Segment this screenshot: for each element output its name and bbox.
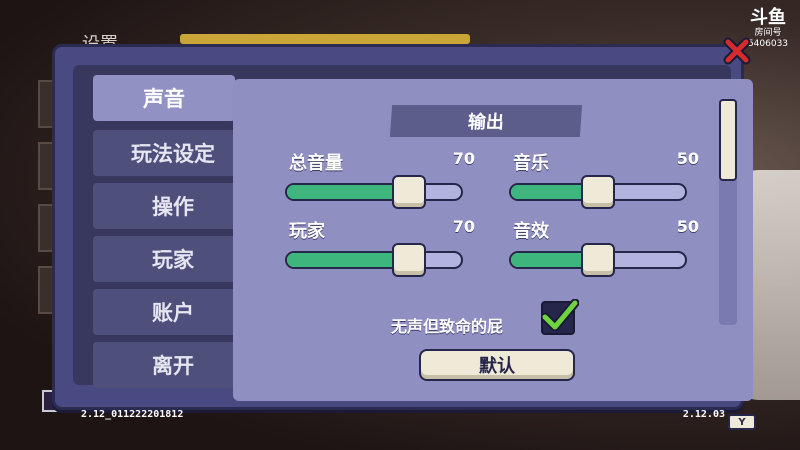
tab-sound[interactable]: 声音 xyxy=(93,75,235,121)
player-volume-handle[interactable] xyxy=(391,243,426,277)
silent-fart-checkbox[interactable] xyxy=(541,299,579,335)
player-volume-slider[interactable] xyxy=(285,251,463,269)
master-volume-label: 总音量 xyxy=(289,153,343,174)
sfx-volume-label: 音效 xyxy=(513,221,549,242)
close-button[interactable] xyxy=(722,36,752,66)
watermark-label: 房间号 xyxy=(754,28,782,38)
scrollbar[interactable] xyxy=(719,99,737,325)
game-version: 2.12.03 xyxy=(682,409,725,420)
tab-exit[interactable]: 离开 xyxy=(93,342,253,388)
player-volume-value: 70 xyxy=(452,217,475,236)
default-button[interactable]: 默认 xyxy=(419,349,575,381)
master-volume-handle[interactable] xyxy=(391,175,426,209)
music-volume-label: 音乐 xyxy=(513,153,549,174)
master-volume-fill xyxy=(287,185,409,199)
sound-settings-content: 输出 总音量 70 音乐 50 玩家 70 音效 50 无声但致命的屁 默认 xyxy=(233,79,753,401)
background-top-bar xyxy=(180,34,470,44)
settings-panel-inner: 声音 玩法设定 操作 玩家 账户 离开 输出 总音量 70 音乐 50 玩家 7… xyxy=(73,65,753,420)
checkmark-icon xyxy=(541,299,579,332)
watermark-number: 5406033 xyxy=(747,39,789,49)
settings-panel: 声音 玩法设定 操作 玩家 账户 离开 输出 总音量 70 音乐 50 玩家 7… xyxy=(52,44,753,420)
music-volume-handle[interactable] xyxy=(581,175,615,209)
silent-fart-label: 无声但致命的屁 xyxy=(391,317,504,336)
sfx-volume-handle[interactable] xyxy=(581,243,615,277)
player-volume-fill xyxy=(287,253,409,267)
section-header-output: 输出 xyxy=(389,105,583,137)
master-volume-slider[interactable] xyxy=(285,183,463,201)
tab-controls[interactable]: 操作 xyxy=(93,183,253,229)
tab-gameplay[interactable]: 玩法设定 xyxy=(93,130,253,176)
sfx-volume-value: 50 xyxy=(676,217,699,236)
music-volume-value: 50 xyxy=(676,149,699,168)
master-volume-value: 70 xyxy=(452,149,475,168)
tab-player[interactable]: 玩家 xyxy=(93,236,253,282)
tab-account[interactable]: 账户 xyxy=(93,289,253,335)
player-volume-label: 玩家 xyxy=(289,221,325,242)
build-version: 2.12_011222201812 xyxy=(81,409,184,420)
y-key-hint: Y xyxy=(728,414,756,430)
close-icon xyxy=(723,37,751,65)
watermark-logo: 斗鱼 xyxy=(750,7,786,28)
scrollbar-thumb[interactable] xyxy=(719,99,737,181)
